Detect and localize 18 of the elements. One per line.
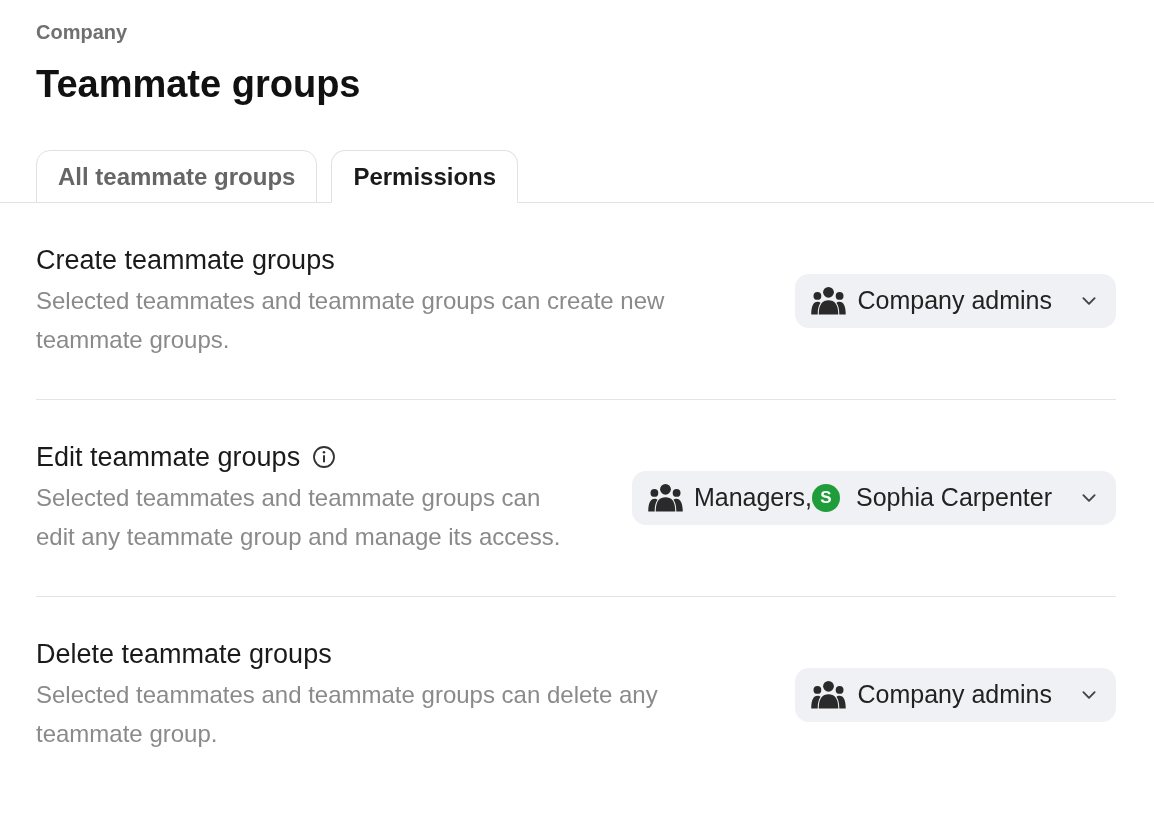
avatar: S [812, 484, 841, 512]
tab[interactable]: All teammate groups [36, 150, 318, 203]
permission-title: Create teammate groups [36, 244, 335, 277]
group-icon [810, 286, 848, 316]
permission-title: Edit teammate groups [36, 441, 301, 474]
access-dropdown[interactable]: Managers, S Sophia Carpenter [631, 471, 1116, 525]
page-title: Teammate groups [36, 62, 362, 107]
group-icon [810, 680, 848, 710]
permission-title: Delete teammate groups [36, 638, 332, 671]
breadcrumb: Company [36, 20, 129, 45]
access-dropdown[interactable]: Company admins [795, 274, 1116, 328]
permission-description: Selected teammates and teammate groups can delete any teammate group. [36, 680, 659, 749]
tab[interactable]: Permissions [331, 150, 519, 203]
permission-description: Selected teammates and teammate groups can edit any teammate group and manage its access. [36, 483, 562, 552]
permission-description: Selected teammates and teammate groups can create new teammate groups. [36, 286, 666, 355]
info-icon[interactable] [312, 445, 337, 469]
group-icon [646, 483, 684, 513]
access-dropdown[interactable]: Company admins [795, 668, 1116, 722]
